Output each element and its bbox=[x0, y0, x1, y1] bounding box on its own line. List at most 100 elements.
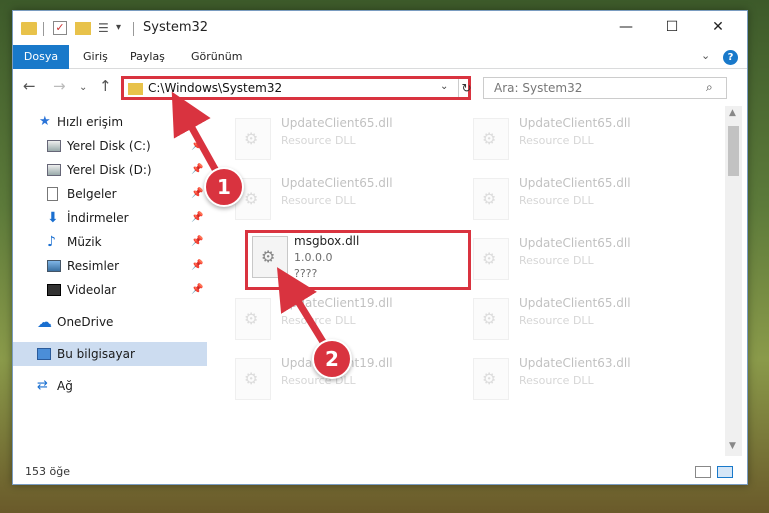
close-button[interactable]: ✕ bbox=[695, 11, 741, 43]
pin-icon[interactable]: 📌 bbox=[191, 206, 203, 230]
file-description: Resource DLL bbox=[281, 194, 356, 207]
maximize-button[interactable]: ☐ bbox=[649, 11, 695, 43]
sidebar-item-videos[interactable]: Videolar 📌 bbox=[13, 278, 207, 302]
file-item-msgbox[interactable]: msgbox.dll 1.0.0.0 ???? bbox=[245, 230, 471, 290]
pin-icon[interactable]: 📌 bbox=[191, 230, 203, 254]
file-name: UpdateClient65.dll bbox=[519, 236, 631, 250]
properties-check-icon[interactable]: ✓ bbox=[53, 21, 67, 35]
tab-share[interactable]: Paylaş bbox=[120, 45, 175, 69]
sidebar-item-onedrive[interactable]: ☁ OneDrive bbox=[13, 310, 207, 334]
scroll-down-icon[interactable]: ▼ bbox=[729, 441, 736, 451]
navigation-pane: ★ Hızlı erişim Yerel Disk (C:) 📌 Yerel D… bbox=[13, 106, 207, 456]
pin-icon[interactable]: 📌 bbox=[191, 134, 203, 158]
up-button[interactable]: ↑ bbox=[99, 78, 112, 94]
address-dropdown-icon[interactable]: ⌄ bbox=[440, 81, 448, 92]
dll-file-icon bbox=[473, 238, 509, 280]
dll-file-icon bbox=[235, 298, 271, 340]
file-name: UpdateClient65.dll bbox=[519, 296, 631, 310]
refresh-button[interactable]: ↻ bbox=[458, 79, 474, 97]
sidebar-item-downloads[interactable]: ⬇ İndirmeler 📌 bbox=[13, 206, 207, 230]
sidebar-item-label: Belgeler bbox=[67, 187, 117, 201]
file-item[interactable]: UpdateClient65.dll Resource DLL bbox=[451, 292, 681, 348]
star-icon: ★ bbox=[39, 114, 51, 129]
search-icon[interactable]: ⌕ bbox=[706, 80, 713, 95]
sidebar-item-label: Müzik bbox=[67, 235, 102, 249]
document-icon bbox=[47, 187, 58, 201]
file-name: UpdateClient65.dll bbox=[519, 176, 631, 190]
minimize-button[interactable]: — bbox=[603, 11, 649, 43]
tab-home[interactable]: Giriş bbox=[73, 45, 118, 69]
pin-icon[interactable]: 📌 bbox=[191, 278, 203, 302]
search-input[interactable]: Ara: System32 ⌕ bbox=[483, 77, 727, 99]
forward-button[interactable]: → bbox=[53, 78, 66, 94]
properties-icon[interactable]: ☰ bbox=[98, 21, 112, 35]
tab-file[interactable]: Dosya bbox=[13, 45, 69, 69]
sidebar-item-network[interactable]: ⇄ Ağ bbox=[13, 374, 207, 398]
dll-file-icon bbox=[473, 298, 509, 340]
sidebar-item-disk-c[interactable]: Yerel Disk (C:) 📌 bbox=[13, 134, 207, 158]
dll-file-icon bbox=[473, 358, 509, 400]
tab-view[interactable]: Görünüm bbox=[181, 45, 252, 69]
cloud-icon: ☁ bbox=[37, 313, 52, 331]
sidebar-item-this-pc[interactable]: Bu bilgisayar bbox=[13, 342, 207, 366]
step-badge-1: 1 bbox=[204, 167, 244, 207]
item-count: 153 öğe bbox=[25, 465, 70, 478]
pin-icon[interactable]: 📌 bbox=[191, 158, 203, 182]
customize-toolbar-icon[interactable]: ▾ bbox=[116, 21, 121, 37]
status-bar: 153 öğe bbox=[13, 459, 747, 485]
tiles-view-icon[interactable] bbox=[717, 466, 733, 478]
file-item[interactable]: UpdateClient65.dll Resource DLL bbox=[213, 112, 443, 168]
file-description: Resource DLL bbox=[281, 134, 356, 147]
sidebar-item-documents[interactable]: Belgeler 📌 bbox=[13, 182, 207, 206]
sidebar-item-label: Hızlı erişim bbox=[57, 115, 124, 129]
file-item[interactable]: UpdateClient63.dll Resource DLL bbox=[451, 352, 681, 408]
pin-icon[interactable]: 📌 bbox=[191, 254, 203, 278]
recent-locations-button[interactable]: ⌄ bbox=[79, 80, 87, 96]
sidebar-item-music[interactable]: ♪ Müzik 📌 bbox=[13, 230, 207, 254]
file-item[interactable]: UpdateClient65.dll Resource DLL bbox=[451, 172, 681, 228]
file-description: Resource DLL bbox=[519, 194, 594, 207]
dll-file-icon bbox=[235, 358, 271, 400]
video-icon bbox=[47, 284, 61, 296]
folder-icon bbox=[21, 22, 37, 35]
search-placeholder: Ara: System32 bbox=[494, 81, 583, 95]
folder-icon bbox=[128, 83, 143, 95]
file-name: UpdateClient65.dll bbox=[281, 176, 393, 190]
file-name: UpdateClient63.dll bbox=[519, 356, 631, 370]
file-description: ???? bbox=[294, 267, 318, 280]
scroll-up-icon[interactable]: ▲ bbox=[729, 108, 736, 118]
disk-icon bbox=[47, 164, 61, 176]
file-list: UpdateClient65.dll Resource DLL UpdateCl… bbox=[213, 106, 725, 456]
dll-file-icon bbox=[473, 118, 509, 160]
sidebar-item-quick-access[interactable]: ★ Hızlı erişim bbox=[13, 110, 207, 134]
ribbon-tabs: Dosya Giriş Paylaş Görünüm ⌄ ? bbox=[13, 45, 747, 69]
sidebar-item-label: Yerel Disk (D:) bbox=[67, 163, 152, 177]
address-path[interactable]: C:\Windows\System32 bbox=[148, 81, 282, 95]
scrollbar-thumb[interactable] bbox=[728, 126, 739, 176]
sidebar-item-label: Bu bilgisayar bbox=[57, 347, 135, 361]
sidebar-item-label: Videolar bbox=[67, 283, 117, 297]
sidebar-item-pictures[interactable]: Resimler 📌 bbox=[13, 254, 207, 278]
sidebar-item-label: İndirmeler bbox=[67, 211, 129, 225]
file-item[interactable]: UpdateClient65.dll Resource DLL bbox=[451, 112, 681, 168]
divider bbox=[133, 22, 134, 36]
file-description: Resource DLL bbox=[281, 314, 356, 327]
dll-file-icon bbox=[252, 236, 288, 278]
download-icon: ⬇ bbox=[47, 210, 59, 226]
pin-icon[interactable]: 📌 bbox=[191, 182, 203, 206]
help-icon[interactable]: ? bbox=[723, 50, 738, 65]
sidebar-item-label: OneDrive bbox=[57, 315, 114, 329]
computer-icon bbox=[37, 348, 51, 360]
expand-ribbon-icon[interactable]: ⌄ bbox=[701, 49, 710, 62]
address-bar[interactable]: C:\Windows\System32 ⌄ ↻ bbox=[121, 76, 474, 100]
disk-icon bbox=[47, 140, 61, 152]
sidebar-item-disk-d[interactable]: Yerel Disk (D:) 📌 bbox=[13, 158, 207, 182]
details-view-icon[interactable] bbox=[695, 466, 711, 478]
back-button[interactable]: ← bbox=[23, 78, 36, 94]
file-item[interactable]: UpdateClient65.dll Resource DLL bbox=[451, 232, 681, 288]
new-folder-icon[interactable] bbox=[75, 22, 91, 35]
dll-file-icon bbox=[473, 178, 509, 220]
file-item[interactable]: UpdateClient65.dll Resource DLL bbox=[213, 172, 443, 228]
file-description: Resource DLL bbox=[519, 254, 594, 267]
vertical-scrollbar[interactable]: ▲ ▼ bbox=[725, 106, 742, 456]
